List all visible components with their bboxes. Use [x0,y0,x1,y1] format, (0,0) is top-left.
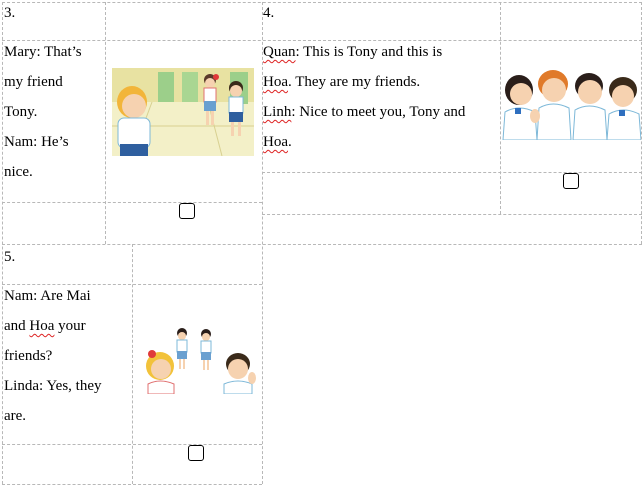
dialogue-line: Tony. [4,104,38,120]
dialogue-text: . They are my friends. [288,74,421,90]
empty-checkbox-icon[interactable] [563,173,579,189]
dialogue-text: : Nice to meet you, Tony and [291,104,466,120]
empty-checkbox-icon[interactable] [188,445,204,461]
grid-line [262,214,642,215]
empty-checkbox-icon[interactable] [179,203,195,219]
dialogue-line: Linda: Yes, they [4,378,102,394]
name-word: Hoa [29,318,55,334]
item-number: 4. [263,5,275,21]
item-number: 5. [4,249,16,265]
name-word: Hoa [263,134,288,150]
grid-line [2,2,3,484]
dialogue-line: Hoa. They are my friends. [263,67,420,97]
dialogue-line: my friend [4,74,63,90]
dialogue-line: Nam: Are Mai [4,288,91,304]
grid-line [2,202,262,203]
grid-line [2,484,262,485]
grid-line [641,2,642,244]
dialogue-line: friends? [4,348,53,364]
name-word: Hoa [263,74,288,90]
grid-line [132,244,133,484]
item-number: 3. [4,5,16,21]
grid-line [105,2,106,244]
dialogue-line: Nam: He’s [4,134,69,150]
dialogue-text: . [288,134,292,150]
dialogue-line: Mary: That’s [4,44,82,60]
girls-and-boy-greeting-illustration [146,328,256,394]
dialogue-line: nice. [4,164,33,180]
speaker-name: Linh [263,104,292,120]
dialogue-text: : This is Tony and this is [295,44,443,60]
dialogue-line: are. [4,408,27,424]
grid-line [262,172,642,173]
grid-line [2,2,642,3]
dialogue-line: Quan: This is Tony and this is [263,37,442,67]
dialogue-line: Hoa. [263,127,292,157]
dialogue-text: your [54,318,86,334]
dialogue-text: and [4,318,30,334]
dialogue-line: Linh: Nice to meet you, Tony and [263,97,465,127]
two-boys-talking-illustration [112,68,254,156]
worksheet-table: 3. Mary: That’s my friend Tony. Nam: He’… [0,0,644,488]
grid-line [2,244,642,245]
speaker-name: Quan [263,44,296,60]
dialogue-line: and Hoa your [4,311,86,341]
four-children-waving-illustration [502,70,641,140]
